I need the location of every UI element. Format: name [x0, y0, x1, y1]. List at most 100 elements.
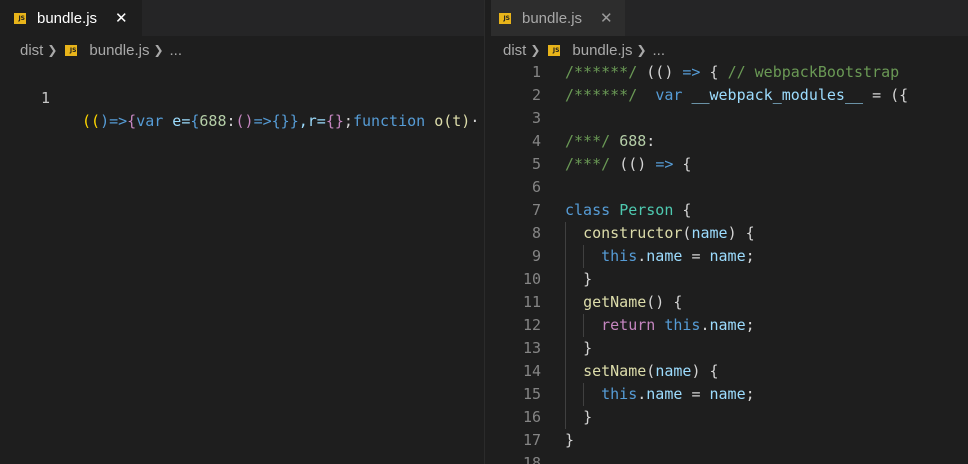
tab-bundle-js-left[interactable]: JS bundle.js ✕	[0, 0, 142, 36]
code-token: }	[583, 408, 593, 426]
code-editor[interactable]: 1 (()=>{var e={688:()=>{}},r={};function…	[0, 64, 484, 464]
indent-guide	[583, 383, 584, 406]
code-token: __webpack_modules__	[691, 86, 864, 104]
code-token: =>	[253, 112, 272, 130]
js-file-icon: JS	[499, 12, 511, 24]
js-file-icon: JS	[65, 44, 78, 56]
code-token: }	[565, 431, 575, 449]
code-token: function	[352, 112, 426, 130]
code-token: ()	[646, 293, 665, 311]
breadcrumb: dist ❯ JS bundle.js ❯ ...	[0, 36, 484, 64]
line-content: setName(name) {	[565, 360, 718, 383]
line-number: 2	[531, 86, 541, 104]
code-token: ;	[745, 385, 755, 403]
code-token: 688	[199, 112, 227, 130]
code-token: return	[601, 316, 656, 334]
code-token: setName	[583, 362, 647, 380]
code-token: {	[673, 293, 683, 311]
chevron-right-icon: ❯	[47, 43, 58, 57]
code-token: ;	[343, 112, 353, 130]
line-content: }	[565, 268, 592, 291]
line-number: 5	[531, 155, 541, 173]
code-line: 12 return this.name;	[491, 314, 968, 337]
js-file-icon: JS	[14, 12, 26, 24]
code-token: /***/	[565, 132, 611, 150]
line-number: 1	[40, 89, 50, 107]
code-token: :	[646, 132, 656, 150]
line-content: /***/ 688:	[565, 130, 655, 153]
breadcrumb-folder[interactable]: dist	[503, 42, 526, 59]
code-line: 4 /***/ 688:	[491, 130, 968, 153]
code-token: name	[691, 224, 728, 242]
code-line: 1 /******/ (() => { // webpackBootstrap	[491, 61, 968, 84]
line-content: return this.name;	[565, 314, 755, 337]
code-token: .	[637, 247, 647, 265]
line-content: /******/ (() => { // webpackBootstrap	[565, 61, 899, 84]
breadcrumb-folder[interactable]: dist	[20, 42, 43, 59]
line-content: this.name = name;	[565, 245, 755, 268]
code-token: ,r=	[298, 112, 326, 130]
code-token: )=>	[100, 112, 128, 130]
code-token: {	[682, 155, 692, 173]
close-icon[interactable]: ✕	[115, 9, 128, 27]
code-token: this	[601, 247, 638, 265]
line-number: 15	[522, 385, 541, 403]
code-token: /******/	[565, 86, 638, 104]
code-editor[interactable]: 1 /******/ (() => { // webpackBootstrap 2 /…	[491, 61, 968, 464]
code-token: e=	[163, 112, 191, 130]
line-number: 3	[531, 109, 541, 127]
code-token: =>	[682, 63, 701, 81]
code-line: 8 constructor(name) {	[491, 222, 968, 245]
breadcrumb-more[interactable]: ...	[170, 42, 183, 59]
code-token: /***/	[565, 155, 611, 173]
line-content: (()=>{var e={688:()=>{}},r={};function o…	[82, 110, 479, 133]
chevron-right-icon: ❯	[636, 43, 647, 57]
line-number: 11	[522, 293, 541, 311]
code-token: .	[700, 316, 710, 334]
code-token: (()	[619, 155, 647, 173]
code-token: .	[637, 385, 647, 403]
code-line: 10 }	[491, 268, 968, 291]
code-token: name	[646, 247, 683, 265]
code-token: o(t)	[425, 112, 471, 130]
code-token: }	[289, 112, 299, 130]
line-number: 8	[531, 224, 541, 242]
code-token: var	[136, 112, 164, 130]
code-token: {}	[271, 112, 290, 130]
code-token: =	[872, 86, 882, 104]
breadcrumb-file[interactable]: bundle.js	[89, 42, 149, 59]
code-line: 18	[491, 452, 968, 464]
breadcrumb-more[interactable]: ...	[653, 42, 666, 59]
line-number: 18	[522, 454, 541, 464]
close-icon[interactable]: ✕	[600, 9, 613, 27]
line-number: 6	[531, 178, 541, 196]
js-file-icon: JS	[548, 44, 561, 56]
code-token: name	[655, 362, 692, 380]
breadcrumb-file[interactable]: bundle.js	[572, 42, 632, 59]
code-token: {	[682, 201, 692, 219]
code-line: 9 this.name = name;	[491, 245, 968, 268]
code-line: 2 /******/ var __webpack_modules__ = ({	[491, 84, 968, 107]
code-token: {	[127, 112, 137, 130]
tab-bundle-js-right[interactable]: JS bundle.js ✕	[491, 0, 625, 36]
line-content: }	[565, 337, 592, 360]
code-token: this	[664, 316, 701, 334]
line-number: 1	[531, 63, 541, 81]
line-number: 14	[522, 362, 541, 380]
pane-divider[interactable]	[484, 0, 491, 464]
code-token: 688	[619, 132, 647, 150]
tab-label: bundle.js	[37, 9, 98, 27]
code-token: ;	[745, 316, 755, 334]
right-editor-pane: JS bundle.js ✕ dist ❯ JS bundle.js ❯ ...…	[491, 0, 968, 464]
code-token: }	[583, 339, 593, 357]
code-token: ·	[470, 112, 480, 130]
